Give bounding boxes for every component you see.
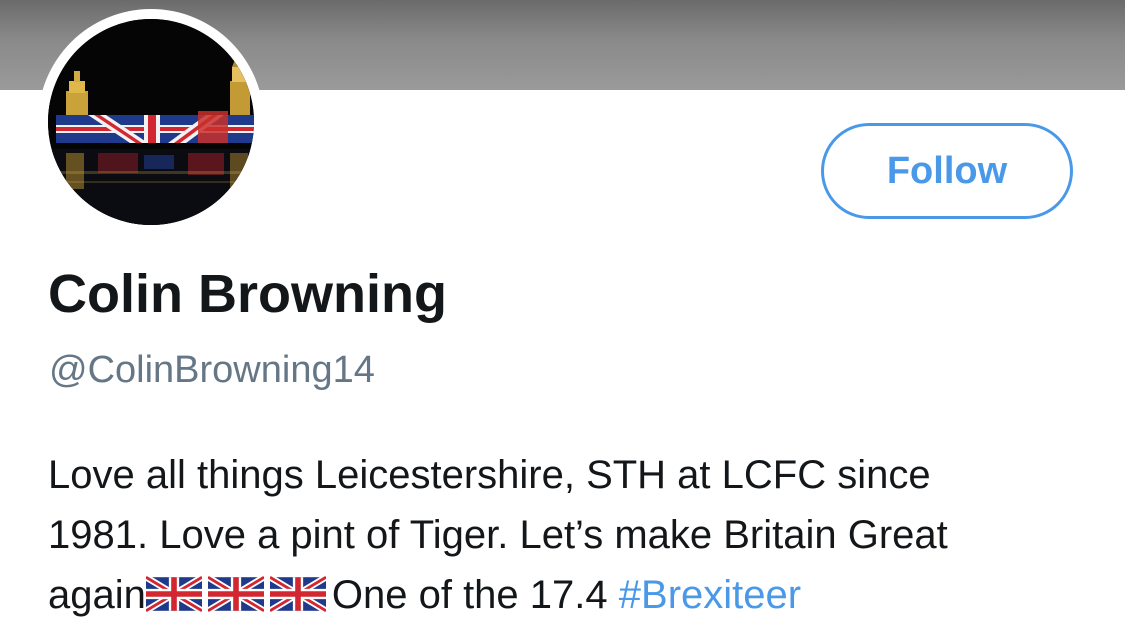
union-jack-flag-icon xyxy=(206,569,266,629)
follow-button[interactable]: Follow xyxy=(821,123,1073,219)
bio-line-3-text: One of the 17.4 xyxy=(331,573,608,617)
avatar[interactable] xyxy=(48,19,254,225)
bio-line-1: Love all things Leicestershire, STH at L… xyxy=(48,453,931,497)
bio-line-3: again One of the 17.4 #Brexiteer xyxy=(48,565,1108,629)
bio-line-2: 1981. Love a pint of Tiger. Let’s make B… xyxy=(48,513,948,557)
parliament-night-image xyxy=(48,19,254,225)
profile-bio: Love all things Leicestershire, STH at L… xyxy=(48,445,1108,629)
profile-name: Colin Browning xyxy=(48,264,447,324)
union-jack-flag-icon xyxy=(268,569,328,629)
profile-handle: @ColinBrowning14 xyxy=(49,349,375,391)
hashtag-link[interactable]: #Brexiteer xyxy=(619,573,801,617)
union-jack-flag-icon xyxy=(144,569,204,629)
bio-line-3-start: again xyxy=(48,573,146,617)
